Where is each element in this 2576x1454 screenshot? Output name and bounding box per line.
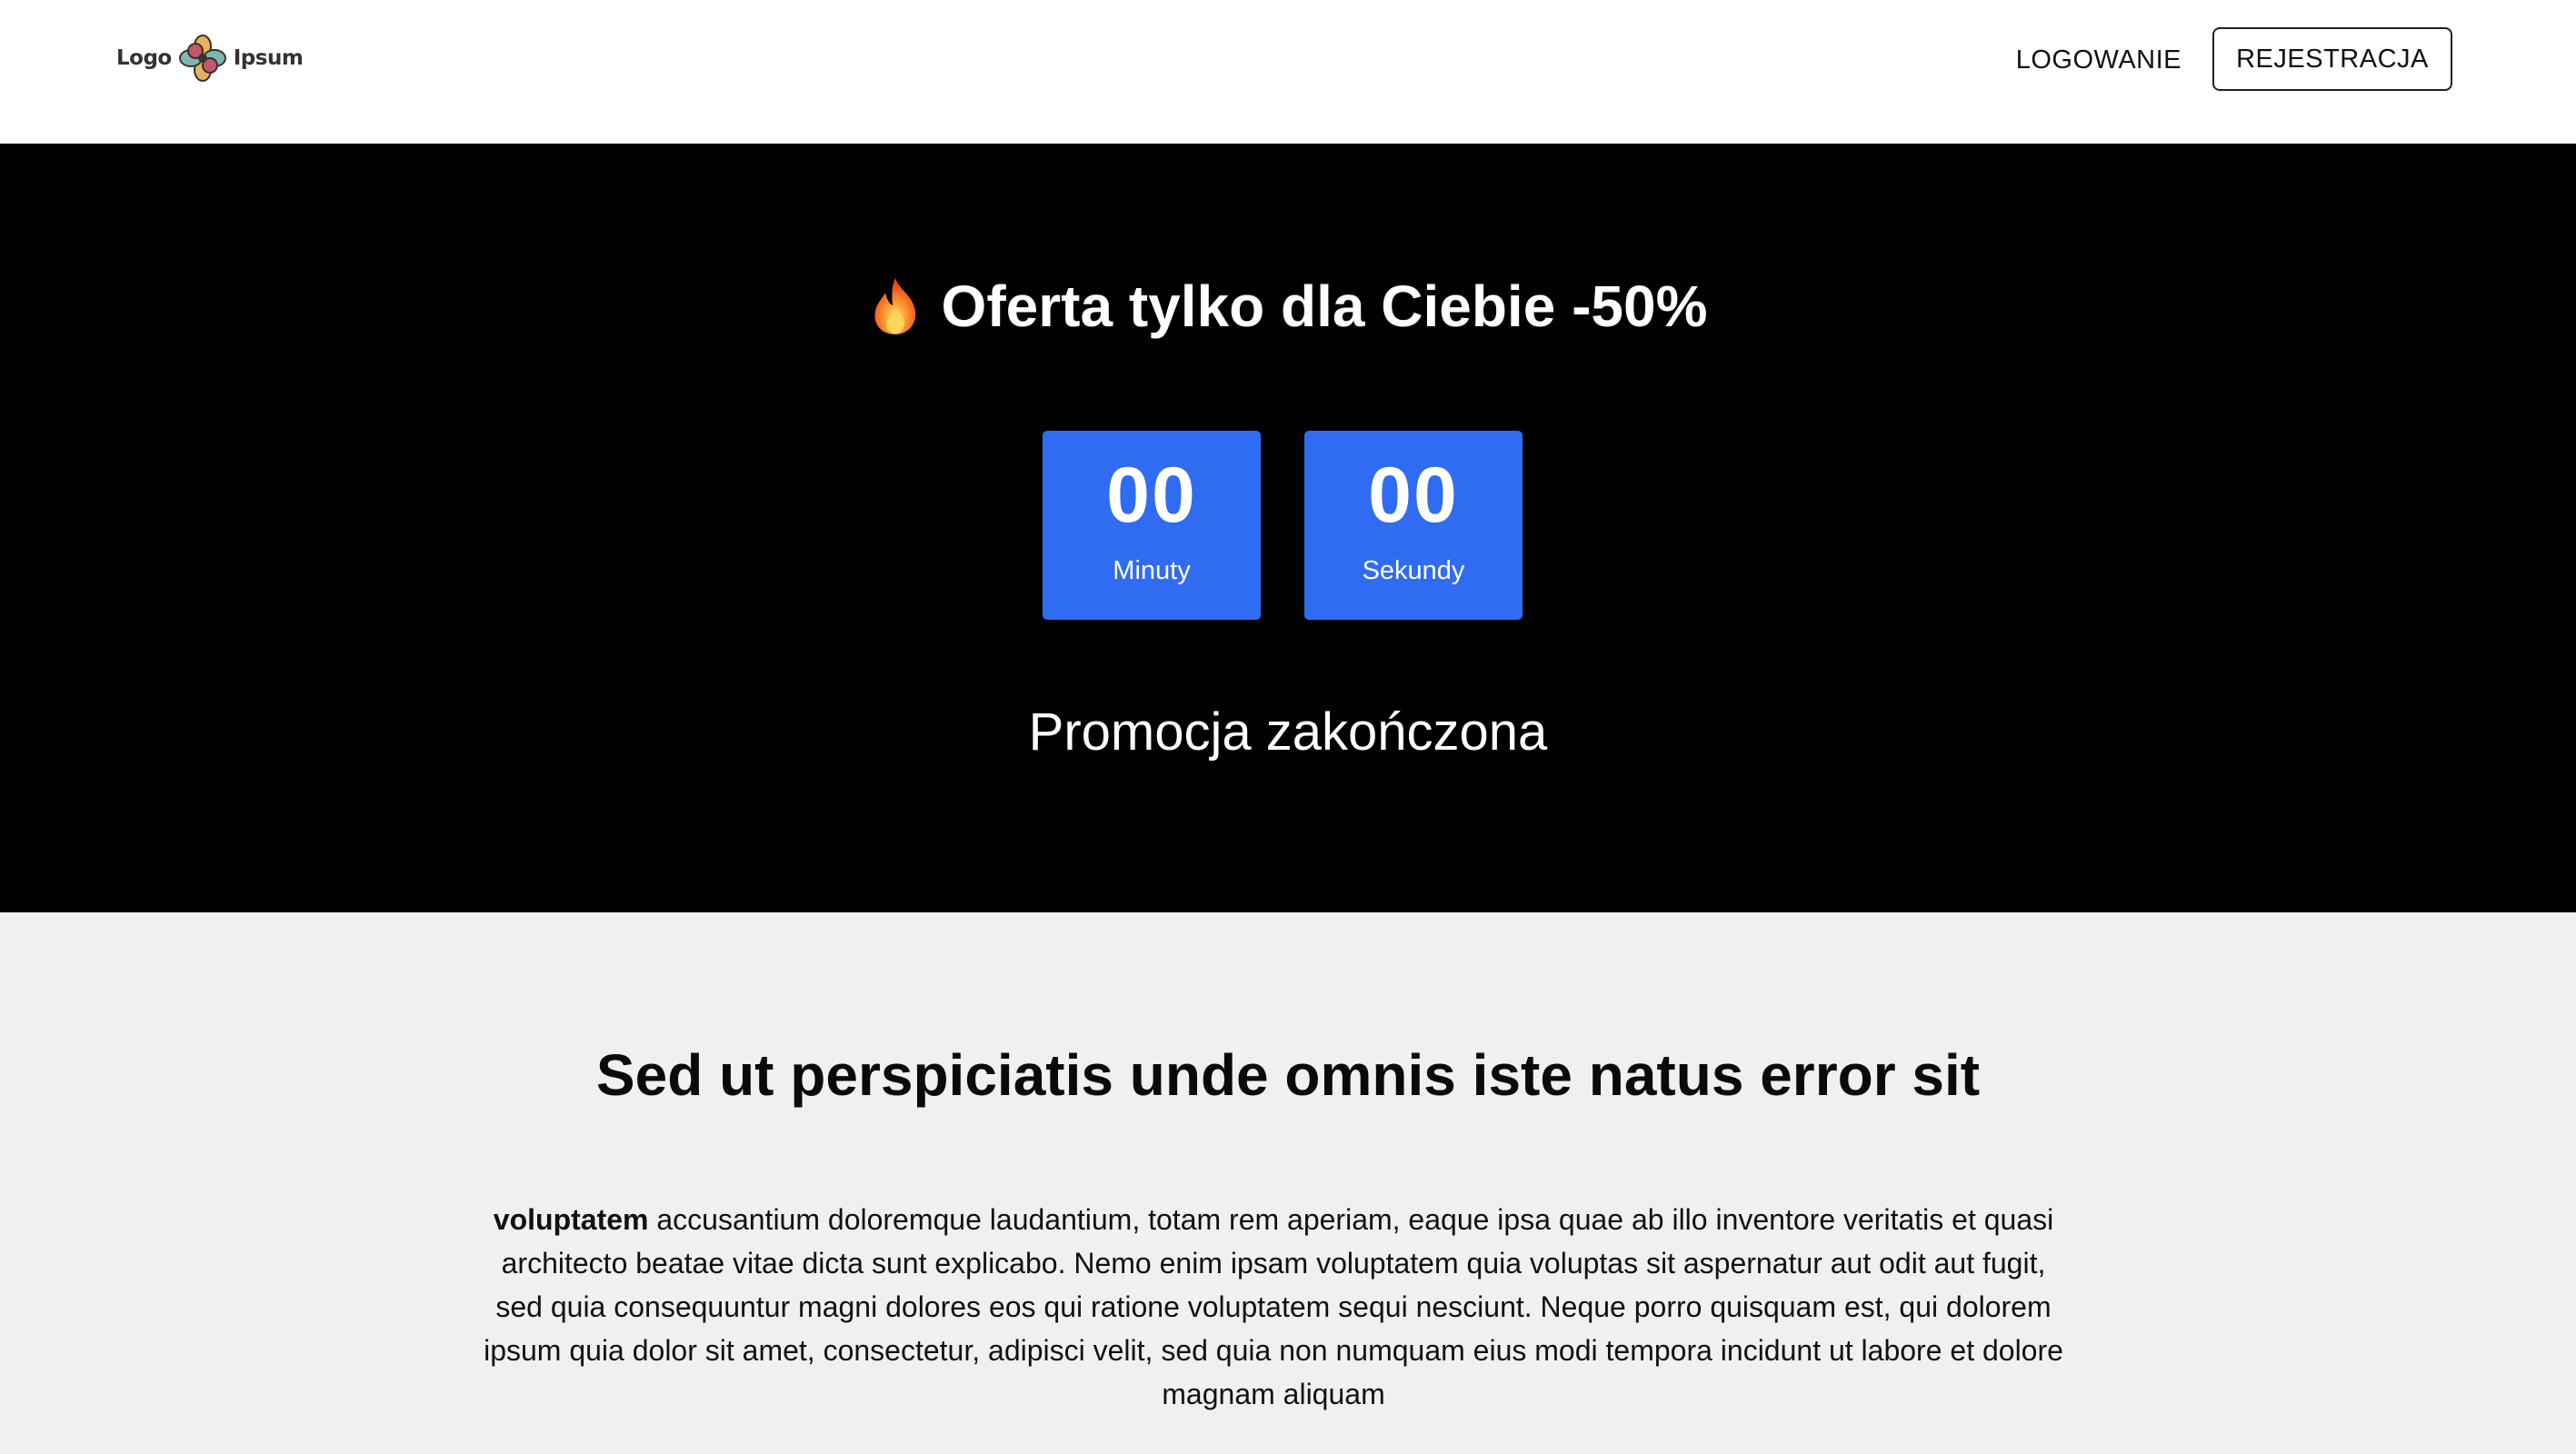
countdown-timer: 00 Minuty 00 Sekundy [0, 431, 2571, 620]
section-heading: Sed ut perspiciatis unde omnis iste natu… [595, 1042, 1981, 1108]
logo-text-right: Ipsum [233, 46, 304, 70]
login-link[interactable]: LOGOWANIE [2016, 40, 2182, 80]
content-section: Sed ut perspiciatis unde omnis iste natu… [0, 912, 2576, 1454]
countdown-minutes-label: Minuty [1113, 556, 1191, 585]
site-header: Logo Ipsum LOGOWANIE REJESTRACJA [0, 0, 2576, 144]
logo-flower-icon [178, 35, 226, 82]
promo-title-text: Oferta tylko dla Ciebie -50% [941, 274, 1708, 339]
countdown-minutes: 00 Minuty [1043, 431, 1261, 620]
countdown-seconds: 00 Sekundy [1304, 431, 1523, 620]
paragraph-text: accusantium doloremque laudantium, totam… [484, 1203, 2063, 1410]
countdown-seconds-value: 00 [1368, 452, 1459, 539]
countdown-minutes-value: 00 [1106, 452, 1197, 539]
section-paragraph: voluptatem accusantium doloremque laudan… [482, 1198, 2065, 1416]
logo-text-left: Logo [116, 46, 172, 70]
countdown-seconds-label: Sekundy [1362, 556, 1465, 585]
logo[interactable]: Logo Ipsum [116, 33, 304, 84]
register-button[interactable]: REJESTRACJA [2212, 27, 2452, 91]
fire-icon [874, 278, 915, 334]
paragraph-bold-lead: voluptatem [493, 1203, 649, 1236]
promo-title: Oferta tylko dla Ciebie -50% [0, 273, 2576, 340]
promo-status: Promocja zakończona [1028, 702, 1548, 762]
promo-hero: Oferta tylko dla Ciebie -50% 00 Minuty 0… [0, 144, 2576, 912]
